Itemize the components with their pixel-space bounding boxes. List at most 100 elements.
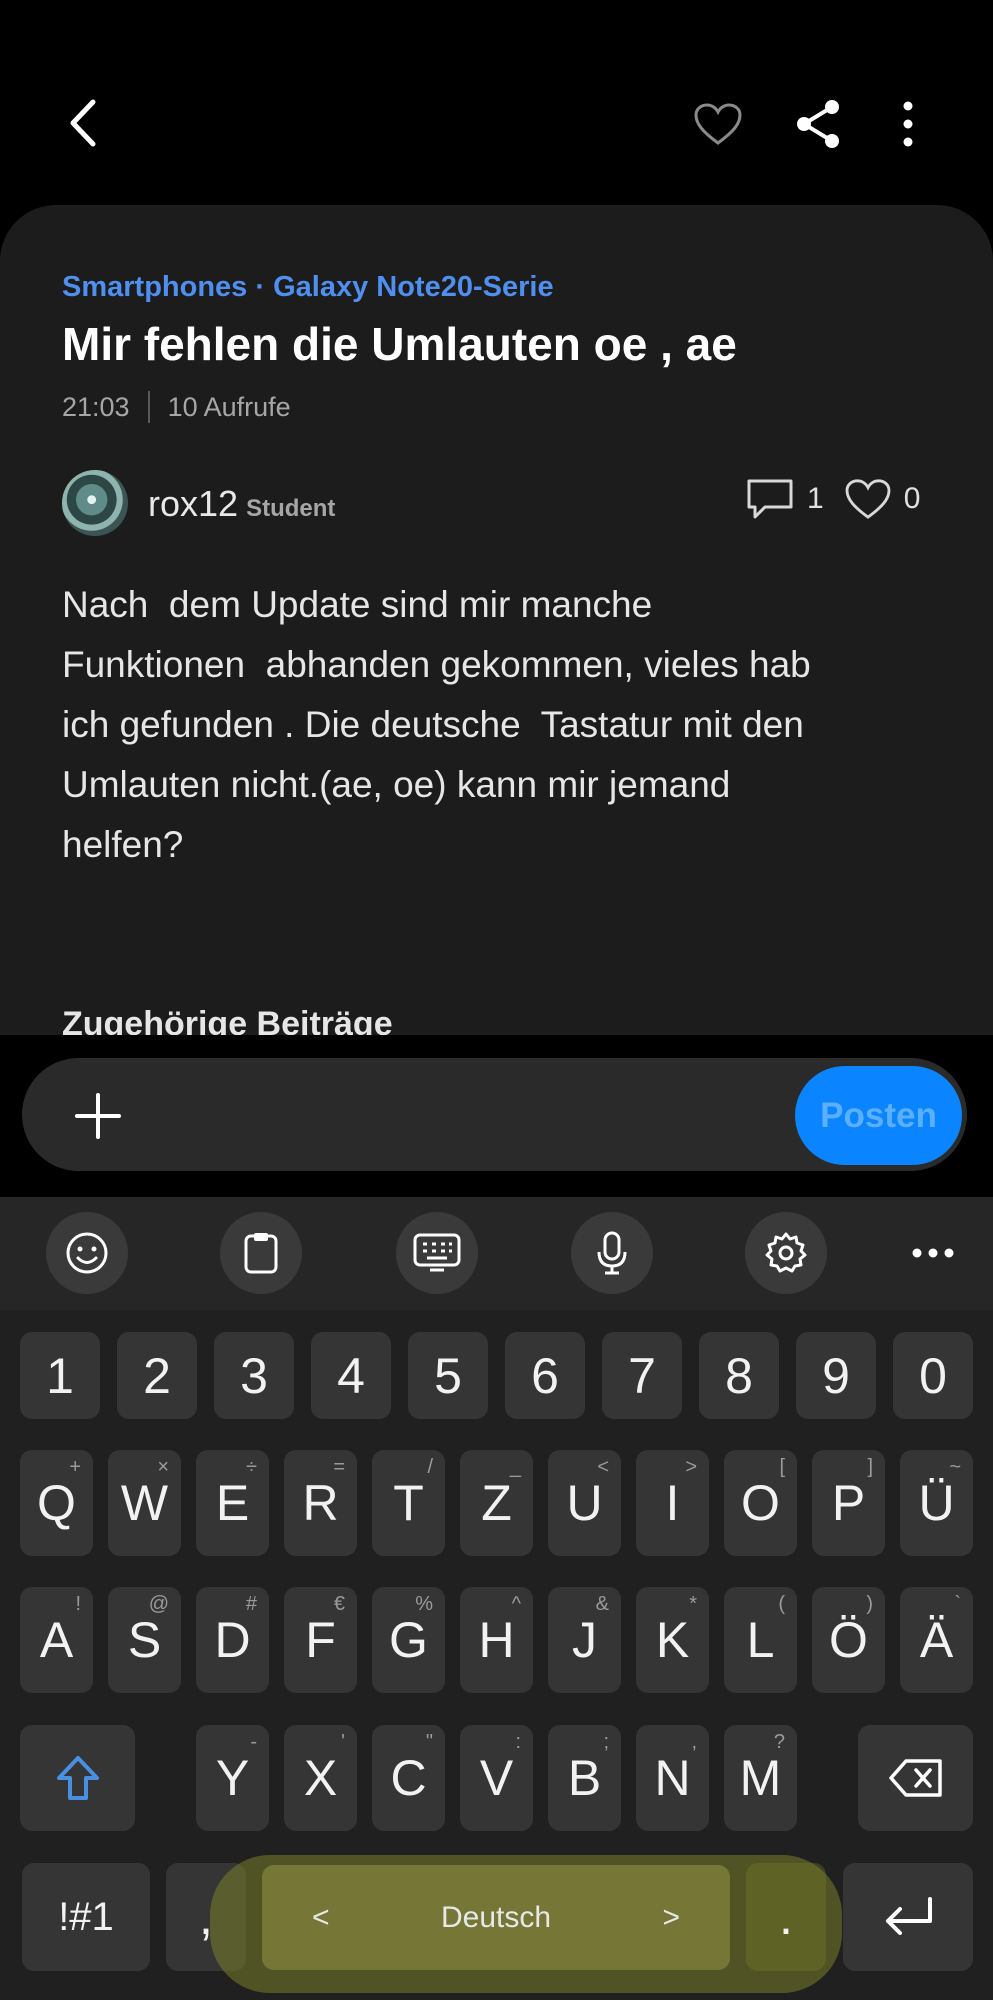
key-sub-label: ÷: [246, 1456, 257, 1478]
period-key[interactable]: .: [746, 1863, 826, 1971]
key-w[interactable]: W ×: [108, 1450, 181, 1556]
key-sub-label: :: [515, 1731, 521, 1753]
like-post-button[interactable]: [690, 96, 746, 152]
backspace-icon: [888, 1759, 942, 1797]
key-sub-label: ?: [773, 1731, 785, 1753]
key-label: E: [215, 1475, 250, 1531]
key-q[interactable]: Q +: [20, 1450, 93, 1556]
key-i[interactable]: I >: [636, 1450, 709, 1556]
key-0[interactable]: 0: [893, 1332, 973, 1419]
key-label: N: [654, 1750, 691, 1806]
microphone-icon: [597, 1231, 627, 1275]
key-p[interactable]: P]: [812, 1450, 885, 1556]
key-m[interactable]: M?: [724, 1725, 797, 1831]
key-r[interactable]: R =: [284, 1450, 357, 1556]
key-7[interactable]: 7: [602, 1332, 682, 1419]
author-avatar[interactable]: [62, 470, 128, 536]
key-g[interactable]: G%: [372, 1587, 445, 1693]
key-sub-label: /: [427, 1456, 433, 1478]
clipboard-icon: [244, 1233, 278, 1274]
key-k[interactable]: K *: [636, 1587, 709, 1693]
key-6[interactable]: 6: [505, 1332, 585, 1419]
key-3[interactable]: 3: [214, 1332, 294, 1419]
key-sub-label: !: [75, 1593, 81, 1615]
shift-key[interactable]: [20, 1725, 135, 1831]
key-label: F: [305, 1612, 336, 1668]
key-ue[interactable]: Ü ~: [900, 1450, 973, 1556]
key-l[interactable]: L(: [724, 1587, 797, 1693]
key-sub-label: ": [425, 1731, 433, 1753]
key-sub-label: (: [778, 1593, 785, 1615]
key-4[interactable]: 4: [311, 1332, 391, 1419]
add-attachment-button[interactable]: [70, 1088, 126, 1144]
post-button[interactable]: Posten: [795, 1066, 962, 1165]
post-stats: 1 0: [745, 477, 920, 521]
key-label: C: [390, 1750, 427, 1806]
key-sub-label: ^: [511, 1593, 521, 1615]
key-label: A: [39, 1612, 74, 1668]
key-sub-label: +: [69, 1456, 81, 1478]
voice-input-button[interactable]: [571, 1212, 653, 1294]
key-sub-label: ,: [691, 1731, 697, 1753]
spacebar-language[interactable]: < Deutsch >: [262, 1865, 730, 1970]
breadcrumb[interactable]: Smartphones · Galaxy Note20-Serie: [62, 271, 554, 304]
key-b[interactable]: B;: [548, 1725, 621, 1831]
toolbar-more-button[interactable]: [900, 1225, 966, 1281]
emoji-button[interactable]: [46, 1212, 128, 1294]
key-y[interactable]: Y-: [196, 1725, 269, 1831]
key-label: T: [393, 1475, 424, 1531]
key-5[interactable]: 5: [408, 1332, 488, 1419]
key-s[interactable]: S @: [108, 1587, 181, 1693]
post-title: Mir fehlen die Umlauten oe , ae: [62, 318, 737, 370]
clipboard-button[interactable]: [220, 1212, 302, 1294]
key-sub-label: <: [597, 1456, 609, 1478]
key-x[interactable]: X ': [284, 1725, 357, 1831]
keyboard-mode-button[interactable]: [396, 1212, 478, 1294]
key-a[interactable]: A!: [20, 1587, 93, 1693]
comment-icon: [747, 479, 793, 519]
key-h[interactable]: H ^: [460, 1587, 533, 1693]
language-next-icon[interactable]: >: [662, 1901, 680, 1935]
author-name[interactable]: rox12: [148, 483, 238, 524]
key-t[interactable]: T /: [372, 1450, 445, 1556]
share-button[interactable]: [790, 96, 846, 152]
key-ae[interactable]: Ä `: [900, 1587, 973, 1693]
key-label: Z: [481, 1475, 512, 1531]
key-sub-label: `: [954, 1593, 961, 1615]
key-z[interactable]: Z _: [460, 1450, 533, 1556]
more-options-button[interactable]: [886, 96, 930, 152]
key-j[interactable]: J &: [548, 1587, 621, 1693]
author-info[interactable]: rox12 Student: [148, 483, 335, 525]
key-o[interactable]: O[: [724, 1450, 797, 1556]
backspace-key[interactable]: [858, 1725, 973, 1831]
key-d[interactable]: D #: [196, 1587, 269, 1693]
key-2[interactable]: 2: [117, 1332, 197, 1419]
key-sub-label: *: [689, 1593, 697, 1615]
key-1[interactable]: 1: [20, 1332, 100, 1419]
key-sub-label: >: [685, 1456, 697, 1478]
key-9[interactable]: 9: [796, 1332, 876, 1419]
key-label: L: [746, 1612, 775, 1668]
key-sub-label: -: [250, 1731, 257, 1753]
key-sub-label: ×: [157, 1456, 169, 1478]
meta-divider: [147, 391, 150, 423]
key-sub-label: €: [333, 1593, 345, 1615]
key-n[interactable]: N,: [636, 1725, 709, 1831]
keyboard-settings-button[interactable]: [745, 1212, 827, 1294]
keyboard-toolbar: [0, 1197, 993, 1310]
key-v[interactable]: V:: [460, 1725, 533, 1831]
post-meta: 21:03 10 Aufrufe: [62, 391, 291, 423]
symbols-key[interactable]: !#1: [22, 1863, 150, 1971]
key-oe[interactable]: Ö): [812, 1587, 885, 1693]
key-u[interactable]: U <: [548, 1450, 621, 1556]
key-8[interactable]: 8: [699, 1332, 779, 1419]
key-label: G: [389, 1612, 428, 1668]
back-button[interactable]: [52, 92, 114, 154]
key-sub-label: %: [415, 1593, 433, 1615]
language-prev-icon[interactable]: <: [312, 1901, 330, 1935]
key-e[interactable]: E ÷: [196, 1450, 269, 1556]
key-c[interactable]: C ": [372, 1725, 445, 1831]
shift-icon: [56, 1756, 99, 1800]
key-f[interactable]: F €: [284, 1587, 357, 1693]
enter-key[interactable]: [843, 1863, 973, 1971]
